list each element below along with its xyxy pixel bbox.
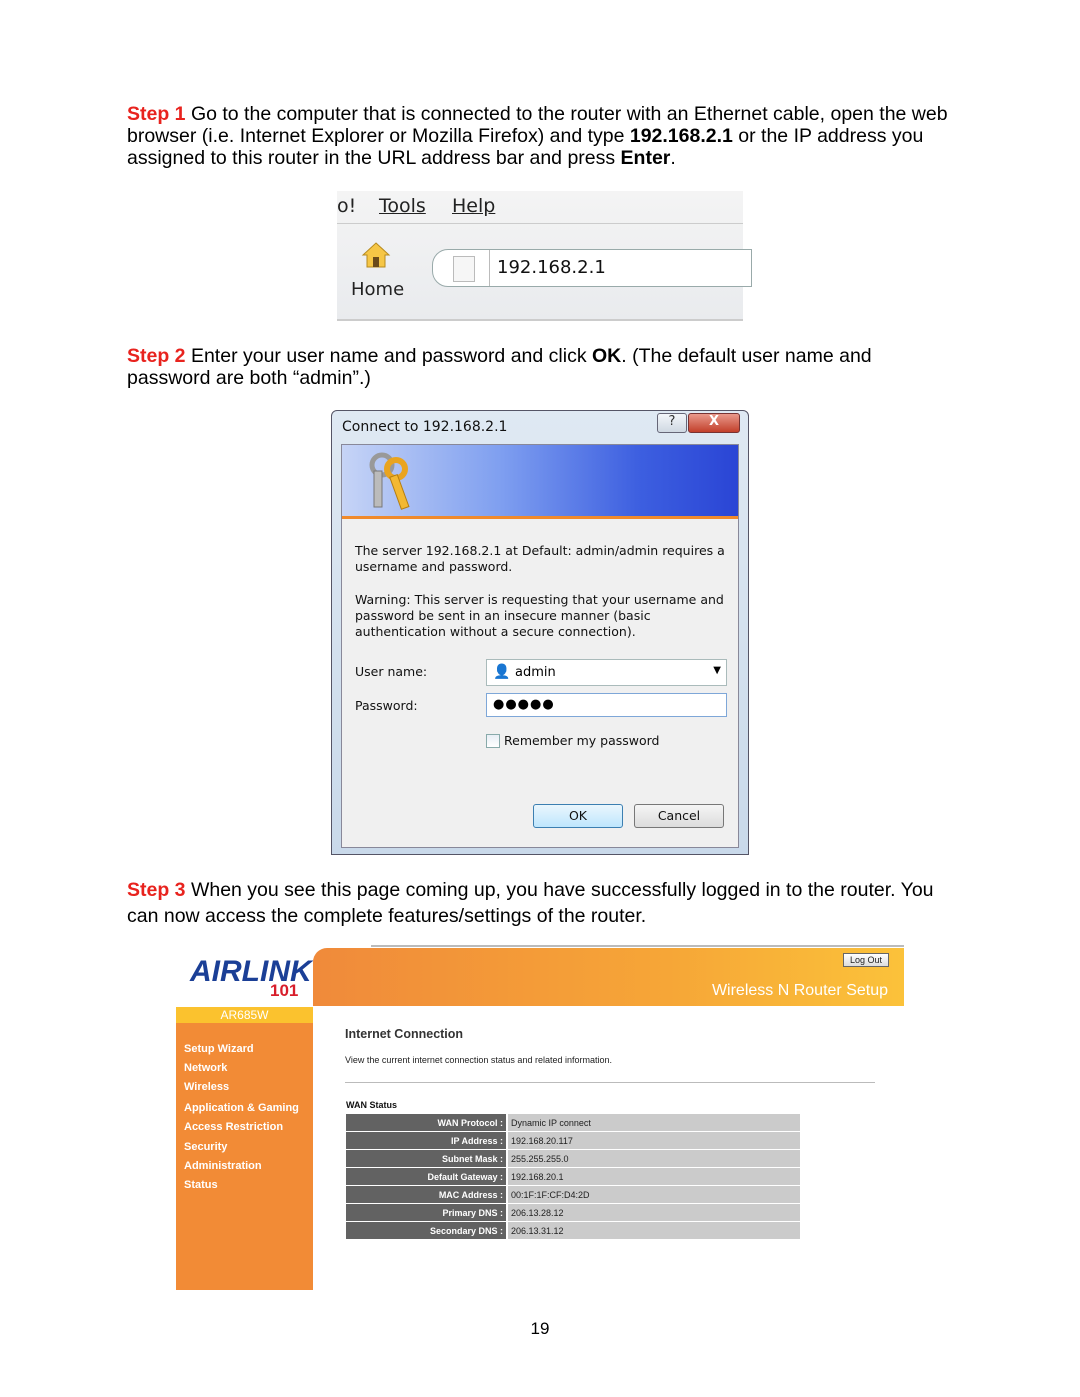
row-label: Secondary DNS : bbox=[346, 1222, 506, 1239]
table-row: Default Gateway :192.168.20.1 bbox=[346, 1168, 800, 1185]
cancel-button[interactable]: Cancel bbox=[634, 804, 724, 828]
wan-status-title: WAN Status bbox=[346, 1100, 398, 1110]
router-setup-page: AIRLINK 101 AR685W Setup Wizard Network W… bbox=[176, 945, 904, 1290]
username-value: admin bbox=[515, 665, 556, 680]
browser-screenshot: o! Tools Help Home 192.168.2.1 bbox=[337, 191, 752, 321]
sidebar-item-application-gaming[interactable]: Application & Gaming bbox=[184, 1102, 299, 1114]
sidebar-item-security[interactable]: Security bbox=[184, 1141, 227, 1153]
login-dialog: Connect to 192.168.2.1 ? X The server 19… bbox=[331, 410, 749, 855]
table-row: IP Address :192.168.20.117 bbox=[346, 1132, 800, 1149]
logout-button[interactable]: Log Out bbox=[842, 953, 889, 967]
username-label: User name: bbox=[355, 664, 428, 679]
table-row: MAC Address :00:1F:1F:CF:D4:2D bbox=[346, 1186, 800, 1203]
text: Enter your user name and password and cl… bbox=[185, 345, 592, 367]
step-1-text: Step 1 Go to the computer that is connec… bbox=[127, 103, 957, 169]
row-label: MAC Address : bbox=[346, 1186, 506, 1203]
remember-label: Remember my password bbox=[504, 733, 660, 748]
close-button[interactable]: X bbox=[688, 413, 740, 433]
table-row: Secondary DNS :206.13.31.12 bbox=[346, 1222, 800, 1239]
router-header: Log Out Wireless N Router Setup bbox=[313, 948, 904, 1006]
text: When you see this page coming up, you ha… bbox=[127, 879, 934, 927]
header-title: Wireless N Router Setup bbox=[711, 982, 888, 999]
home-button[interactable]: Home bbox=[351, 279, 404, 300]
row-value: Dynamic IP connect bbox=[506, 1114, 800, 1131]
menu-help[interactable]: Help bbox=[452, 195, 495, 217]
row-label: Primary DNS : bbox=[346, 1204, 506, 1221]
page-icon bbox=[453, 256, 475, 282]
text: . bbox=[670, 147, 676, 169]
row-value: 255.255.255.0 bbox=[506, 1150, 800, 1167]
remember-password-checkbox[interactable]: Remember my password bbox=[486, 733, 660, 748]
dialog-banner bbox=[342, 445, 738, 519]
model-label: AR685W bbox=[176, 1007, 313, 1023]
row-value: 192.168.20.117 bbox=[506, 1132, 800, 1149]
sidebar-item-network[interactable]: Network bbox=[184, 1062, 227, 1074]
row-value: 206.13.28.12 bbox=[506, 1204, 800, 1221]
row-label: Subnet Mask : bbox=[346, 1150, 506, 1167]
password-input[interactable]: ●●●●● bbox=[486, 693, 727, 717]
divider bbox=[337, 223, 743, 224]
divider bbox=[345, 1082, 875, 1083]
wan-status-table: WAN Protocol : Dynamic IP connect IP Addre… bbox=[346, 1113, 800, 1240]
row-label: WAN Protocol : bbox=[346, 1114, 506, 1131]
content-title: Internet Connection bbox=[345, 1027, 464, 1041]
checkbox-icon[interactable] bbox=[486, 733, 500, 748]
help-button[interactable]: ? bbox=[657, 413, 687, 433]
server-message: The server 192.168.2.1 at Default: admin… bbox=[355, 543, 725, 574]
step-label: Step 3 bbox=[127, 879, 186, 901]
page-number: 19 bbox=[530, 1319, 550, 1338]
ok-word: OK bbox=[591, 345, 622, 367]
table-row: Primary DNS :206.13.28.12 bbox=[346, 1204, 800, 1221]
warning-message: Warning: This server is requesting that … bbox=[355, 592, 724, 639]
url-text[interactable]: 192.168.2.1 bbox=[497, 257, 606, 278]
step-label: Step 2 bbox=[127, 345, 186, 367]
step-label: Step 1 bbox=[127, 103, 186, 125]
sidebar-item-wireless[interactable]: Wireless bbox=[184, 1081, 229, 1093]
user-icon: 👤 bbox=[493, 664, 511, 680]
enter-key: Enter bbox=[620, 147, 671, 169]
password-label: Password: bbox=[355, 698, 418, 713]
sidebar-item-access-restriction[interactable]: Access Restriction bbox=[184, 1121, 283, 1133]
ok-button[interactable]: OK bbox=[533, 804, 623, 828]
step-3-text: Step 3 When you see this page coming up,… bbox=[127, 877, 957, 929]
content-description: View the current internet connection sta… bbox=[345, 1055, 612, 1065]
airlink-logo: AIRLINK 101 bbox=[176, 947, 313, 1007]
table-row: WAN Protocol : Dynamic IP connect bbox=[346, 1114, 800, 1131]
dialog-title: Connect to 192.168.2.1 bbox=[342, 419, 508, 435]
ip-address: 192.168.2.1 bbox=[629, 125, 733, 147]
menu-partial[interactable]: o! bbox=[337, 195, 356, 217]
keys-icon bbox=[369, 452, 410, 510]
sidebar: Setup Wizard Network Wireless Applicatio… bbox=[176, 1023, 313, 1290]
row-value: 192.168.20.1 bbox=[506, 1168, 800, 1185]
row-value: 00:1F:1F:CF:D4:2D bbox=[506, 1186, 800, 1203]
home-icon[interactable] bbox=[361, 241, 391, 269]
sidebar-item-setup-wizard[interactable]: Setup Wizard bbox=[184, 1043, 254, 1055]
row-label: Default Gateway : bbox=[346, 1168, 506, 1185]
row-value: 206.13.31.12 bbox=[506, 1222, 800, 1239]
table-row: Subnet Mask :255.255.255.0 bbox=[346, 1150, 800, 1167]
menu-tools[interactable]: Tools bbox=[379, 195, 426, 217]
username-combobox[interactable]: 👤 admin ▼ bbox=[486, 659, 727, 686]
sidebar-item-administration[interactable]: Administration bbox=[184, 1160, 262, 1172]
step-2-text: Step 2 Enter your user name and password… bbox=[127, 345, 957, 389]
chevron-down-icon[interactable]: ▼ bbox=[713, 665, 721, 676]
row-label: IP Address : bbox=[346, 1132, 506, 1149]
address-bar[interactable]: 192.168.2.1 bbox=[432, 249, 752, 287]
sidebar-item-status[interactable]: Status bbox=[184, 1179, 218, 1191]
